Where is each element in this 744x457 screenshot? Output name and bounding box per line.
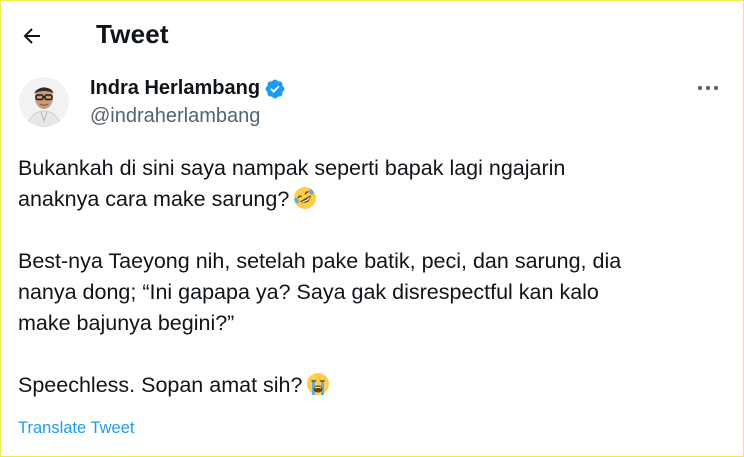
tweet-line-with-emoji: Speechless. Sopan amat sih? bbox=[18, 370, 718, 401]
header-bar: Tweet bbox=[1, 1, 743, 71]
arrow-left-icon bbox=[23, 28, 40, 44]
author-handle[interactable]: @indraherlambang bbox=[90, 105, 260, 128]
back-button[interactable] bbox=[13, 17, 51, 55]
author-name-row[interactable]: Indra Herlambang bbox=[90, 77, 286, 100]
tweet-screenshot-frame: Tweet Indra Herlambang @indraherlambang … bbox=[0, 0, 744, 457]
tweet-line: Bukankah di sini saya nampak seperti bap… bbox=[18, 156, 566, 180]
tweet-line-with-emoji: anaknya cara make sarung? bbox=[18, 184, 718, 215]
page-title: Tweet bbox=[96, 19, 169, 49]
more-horizontal-icon bbox=[697, 85, 719, 91]
tweet-line: Best-nya Taeyong nih, setelah pake batik… bbox=[18, 249, 622, 273]
verified-badge-icon bbox=[264, 78, 286, 100]
tweet-line: anaknya cara make sarung? bbox=[18, 187, 290, 211]
display-name: Indra Herlambang bbox=[90, 77, 261, 99]
rolling-on-floor-laughing-emoji bbox=[292, 185, 318, 211]
tweet-body: Bukankah di sini saya nampak seperti bap… bbox=[18, 153, 718, 401]
loudly-crying-face-emoji bbox=[305, 371, 331, 397]
avatar[interactable] bbox=[19, 77, 69, 127]
tweet-line: Speechless. Sopan amat sih? bbox=[18, 373, 303, 397]
tweet-author: Indra Herlambang @indraherlambang bbox=[19, 75, 729, 131]
tweet-line: make bajunya begini?” bbox=[18, 311, 235, 335]
more-options-button[interactable] bbox=[691, 75, 725, 101]
tweet-line: nanya dong; “Ini gapapa ya? Saya gak dis… bbox=[18, 280, 599, 304]
avatar-image bbox=[19, 77, 69, 127]
translate-tweet-link[interactable]: Translate Tweet bbox=[18, 419, 134, 438]
